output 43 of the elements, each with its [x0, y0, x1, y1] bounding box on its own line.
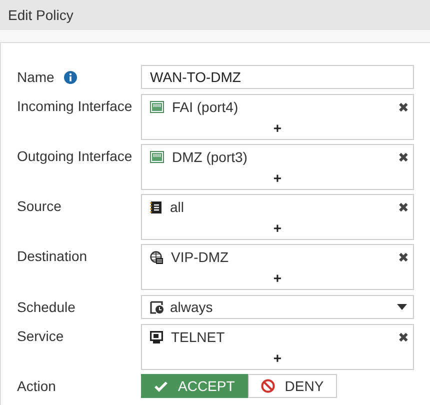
remove-icon[interactable]: ✖: [398, 250, 409, 264]
network-port-icon: [150, 151, 164, 163]
schedule-dropdown[interactable]: always: [141, 295, 414, 319]
calendar-clock-icon: [150, 300, 164, 314]
field-label: Source: [17, 198, 62, 214]
multi-select-field[interactable]: all ✖ +: [141, 194, 414, 240]
add-button[interactable]: +: [273, 119, 282, 137]
add-button[interactable]: +: [273, 349, 282, 367]
monitor-icon: [150, 330, 163, 344]
globe-server-icon: [150, 250, 163, 264]
info-icon[interactable]: [64, 70, 78, 84]
entry-label: FAI (port4): [172, 99, 240, 115]
field-label: Name: [17, 69, 54, 85]
multi-select-field[interactable]: DMZ (port3) ✖ +: [141, 144, 414, 190]
add-button[interactable]: +: [273, 269, 282, 287]
remove-icon[interactable]: ✖: [398, 100, 409, 114]
deny-button[interactable]: DENY: [248, 374, 337, 398]
add-button[interactable]: +: [273, 169, 282, 187]
multi-select-field[interactable]: TELNET ✖ +: [141, 324, 414, 370]
entry-label: TELNET: [171, 329, 226, 345]
field-label: Outgoing Interface: [17, 148, 132, 164]
multi-select-field[interactable]: FAI (port4) ✖ +: [141, 94, 414, 140]
field-label: Service: [17, 328, 64, 344]
field-label: Incoming Interface: [17, 98, 132, 114]
field-label: Action: [17, 378, 56, 394]
remove-icon[interactable]: ✖: [398, 150, 409, 164]
entry-label: all: [170, 199, 186, 215]
accept-button[interactable]: ACCEPT: [141, 374, 248, 398]
address-list-icon: [150, 200, 162, 214]
field-label: Destination: [17, 248, 88, 264]
prohibited-icon: [260, 379, 275, 393]
window-title: Edit Policy: [8, 7, 74, 23]
caret-icon: [397, 304, 407, 310]
add-button[interactable]: +: [273, 219, 282, 237]
network-port-icon: [150, 101, 164, 113]
multi-select-field[interactable]: VIP-DMZ ✖ +: [141, 244, 414, 290]
check-icon: [154, 380, 168, 392]
entry-label: VIP-DMZ: [171, 249, 230, 265]
entry-label: DMZ (port3): [172, 149, 248, 165]
field-label: Schedule: [17, 299, 76, 315]
name-field[interactable]: WAN-TO-DMZ: [141, 65, 414, 89]
remove-icon[interactable]: ✖: [398, 330, 409, 344]
remove-icon[interactable]: ✖: [398, 200, 409, 214]
